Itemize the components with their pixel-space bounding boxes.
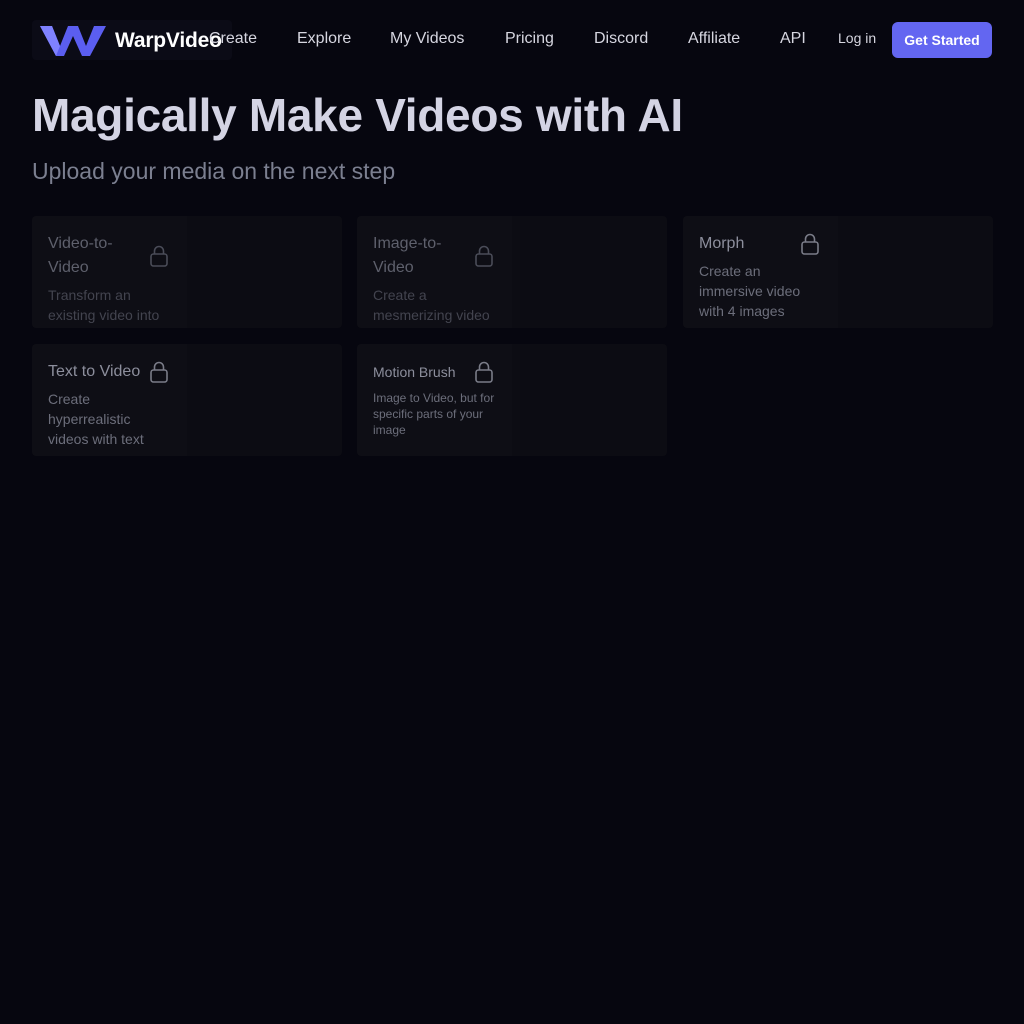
mode-card-title: Image-to-Video <box>373 235 442 276</box>
page-subtitle: Upload your media on the next step <box>32 158 396 184</box>
page-title: Magically Make Videos with AI <box>32 89 683 141</box>
mode-card-content: Video-to-Video Transform an existing vid… <box>32 216 187 328</box>
nav-link-create[interactable]: Create <box>209 30 257 48</box>
mode-card-image-to-video[interactable]: Image-to-Video Create a mesmerizing vide… <box>357 216 667 328</box>
nav-link-discord[interactable]: Discord <box>594 30 648 48</box>
lock-icon <box>475 245 493 267</box>
mode-card-description: Create hyperrealistic videos with text <box>48 391 144 447</box>
brand-logo[interactable]: WarpVideo <box>32 20 232 60</box>
warpvideo-logo-icon <box>40 26 106 56</box>
nav-link-explore[interactable]: Explore <box>297 30 351 48</box>
nav-link-api[interactable]: API <box>780 30 806 48</box>
mode-card-description: Image to Video, but for specific parts o… <box>373 391 495 437</box>
brand-name: WarpVideo <box>115 29 222 52</box>
mode-card-title: Text to Video <box>48 363 141 380</box>
mode-card-morph[interactable]: Morph Create an immersive video with 4 i… <box>683 216 993 328</box>
mode-card-content: Text to Video Create hyperrealistic vide… <box>32 344 187 456</box>
mode-card-content: Image-to-Video Create a mesmerizing vide… <box>357 216 512 328</box>
mode-card-description: Transform an existing video into <box>48 287 160 323</box>
lock-icon <box>801 233 819 255</box>
nav-link-my-videos[interactable]: My Videos <box>390 30 464 48</box>
mode-card-title: Video-to-Video <box>48 235 113 276</box>
login-link[interactable]: Log in <box>838 30 876 46</box>
mode-card-title: Morph <box>699 235 745 252</box>
get-started-button[interactable]: Get Started <box>892 22 992 58</box>
mode-card-description: Create an immersive video with 4 images <box>699 263 801 319</box>
mode-card-title: Motion Brush <box>373 364 456 380</box>
mode-card-content: Motion Brush Image to Video, but for spe… <box>357 344 512 456</box>
mode-card-motion-brush[interactable]: Motion Brush Image to Video, but for spe… <box>357 344 667 456</box>
top-nav: WarpVideo Create Explore My Videos Prici… <box>0 0 1024 80</box>
lock-icon <box>150 361 168 383</box>
mode-card-video-to-video[interactable]: Video-to-Video Transform an existing vid… <box>32 216 342 328</box>
mode-card-content: Morph Create an immersive video with 4 i… <box>683 216 838 328</box>
mode-card-text-to-video[interactable]: Text to Video Create hyperrealistic vide… <box>32 344 342 456</box>
mode-card-description: Create a mesmerizing video <box>373 287 490 323</box>
nav-link-affiliate[interactable]: Affiliate <box>688 30 740 48</box>
nav-link-pricing[interactable]: Pricing <box>505 30 554 48</box>
lock-icon <box>150 245 168 267</box>
lock-icon <box>475 361 493 383</box>
